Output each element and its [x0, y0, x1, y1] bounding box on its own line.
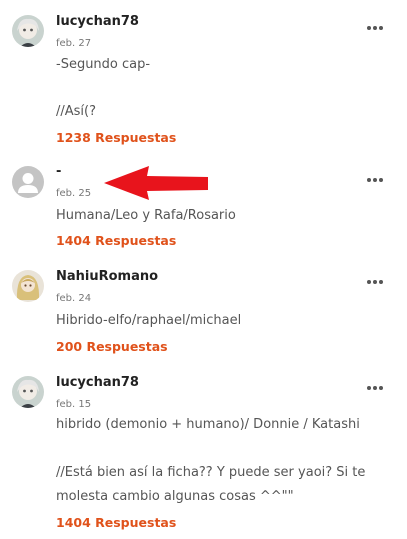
more-options-icon[interactable]	[366, 175, 386, 185]
more-options-icon[interactable]	[366, 23, 386, 33]
more-options-icon[interactable]	[366, 383, 386, 393]
red-arrow-icon	[104, 166, 208, 200]
comment-date: feb. 24	[56, 293, 92, 304]
comment-username[interactable]: lucychan78	[56, 14, 139, 29]
replies-link[interactable]: 1404 Respuestas	[56, 233, 176, 248]
replies-link[interactable]: 200 Respuestas	[56, 339, 168, 354]
comment-text-line: molesta cambio algunas cosas ^^""	[56, 489, 294, 504]
replies-link[interactable]: 1238 Respuestas	[56, 130, 176, 145]
comment-text-line: //Está bien así la ficha?? Y puede ser y…	[56, 465, 366, 480]
comment-date: feb. 15	[56, 399, 92, 410]
default-user-icon[interactable]	[12, 166, 44, 198]
comment-date: feb. 25	[56, 188, 92, 199]
comment-text-line: Hibrido-elfo/raphael/michael	[56, 313, 242, 328]
comment-text-line: //Así(?	[56, 104, 97, 119]
comment-username[interactable]: -	[56, 164, 61, 179]
comment-text-line: Humana/Leo y Rafa/Rosario	[56, 208, 236, 223]
comment-text-line: -Segundo cap-	[56, 57, 151, 72]
replies-link[interactable]: 1404 Respuestas	[56, 515, 176, 530]
anime-avatar-icon[interactable]	[12, 376, 44, 408]
blonde-avatar-icon[interactable]	[12, 270, 44, 302]
anime-avatar-icon[interactable]	[12, 15, 44, 47]
comment-text-line: hibrido (demonio + humano)/ Donnie / Kat…	[56, 417, 360, 432]
comment-username[interactable]: NahiuRomano	[56, 269, 158, 284]
more-options-icon[interactable]	[366, 277, 386, 287]
comment-username[interactable]: lucychan78	[56, 375, 139, 390]
comment-date: feb. 27	[56, 38, 92, 49]
